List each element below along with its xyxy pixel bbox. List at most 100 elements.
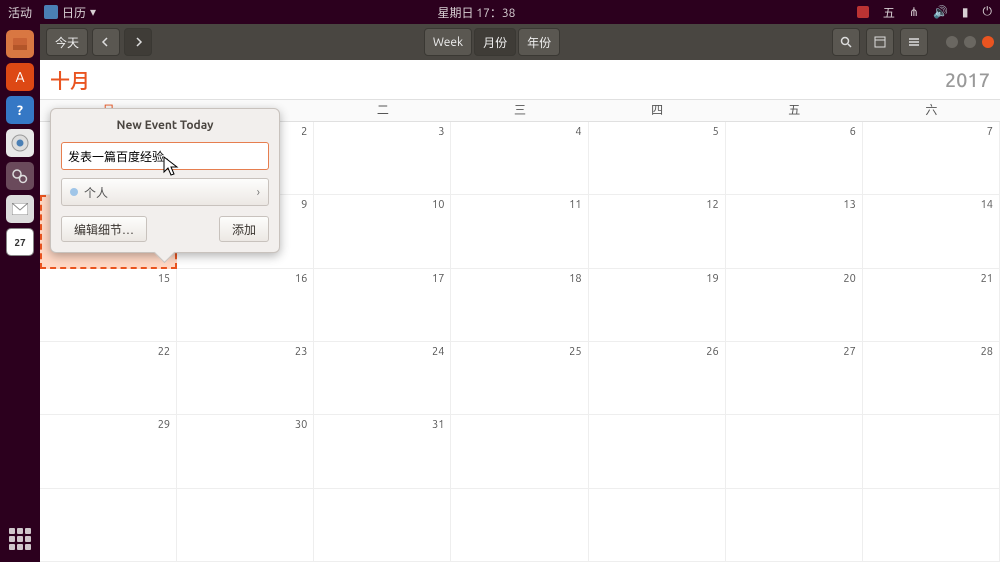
day-cell[interactable]: 13: [726, 195, 863, 268]
day-cell[interactable]: [314, 489, 451, 562]
day-cell[interactable]: 17: [314, 269, 451, 342]
add-button[interactable]: 添加: [219, 216, 269, 242]
app-menu[interactable]: 日历 ▾: [44, 4, 96, 21]
dow-cell: 四: [589, 100, 726, 122]
network-icon[interactable]: ⋔: [909, 5, 919, 19]
menu-button[interactable]: [900, 28, 928, 56]
day-cell[interactable]: [863, 489, 1000, 562]
day-number: 17: [432, 273, 444, 285]
calendar-launcher[interactable]: 27: [6, 228, 34, 256]
calendar-color-dot: [70, 188, 78, 196]
hamburger-icon: [908, 37, 920, 47]
today-button[interactable]: 今天: [46, 28, 88, 56]
day-number: 5: [712, 126, 718, 138]
day-cell[interactable]: 19: [589, 269, 726, 342]
day-cell[interactable]: 25: [451, 342, 588, 415]
day-number: 9: [301, 199, 307, 211]
dow-cell: 六: [863, 100, 1000, 122]
activities-button[interactable]: 活动: [8, 4, 32, 21]
chrome-icon: [11, 134, 29, 152]
input-method-indicator[interactable]: 五: [883, 4, 895, 21]
day-cell[interactable]: 5: [589, 122, 726, 195]
view-week-button[interactable]: Week: [424, 28, 472, 56]
day-cell[interactable]: 6: [726, 122, 863, 195]
day-cell[interactable]: [589, 489, 726, 562]
day-number: 30: [295, 419, 307, 431]
day-cell[interactable]: [726, 489, 863, 562]
notification-indicator-icon[interactable]: [857, 6, 869, 18]
day-cell[interactable]: 28: [863, 342, 1000, 415]
day-cell[interactable]: 22: [40, 342, 177, 415]
day-number: 3: [438, 126, 444, 138]
day-number: 21: [981, 273, 993, 285]
day-cell[interactable]: 15: [40, 269, 177, 342]
battery-icon[interactable]: ▮: [962, 5, 969, 19]
window-close[interactable]: [982, 36, 994, 48]
clock[interactable]: 星期日 17：38: [96, 4, 857, 21]
day-cell[interactable]: 29: [40, 415, 177, 488]
day-cell[interactable]: [177, 489, 314, 562]
view-year-button[interactable]: 年份: [518, 28, 560, 56]
day-number: 14: [981, 199, 993, 211]
day-number: 25: [569, 346, 581, 358]
day-cell[interactable]: 11: [451, 195, 588, 268]
day-cell[interactable]: [40, 489, 177, 562]
day-cell[interactable]: 27: [726, 342, 863, 415]
calendars-button[interactable]: [866, 28, 894, 56]
day-number: 31: [432, 419, 444, 431]
view-month-button[interactable]: 月份: [474, 28, 516, 56]
mail-launcher[interactable]: [6, 195, 34, 223]
new-event-popover: New Event Today 个人 › 编辑细节… 添加: [50, 108, 280, 253]
day-cell[interactable]: 20: [726, 269, 863, 342]
day-cell[interactable]: 21: [863, 269, 1000, 342]
next-button[interactable]: [124, 28, 152, 56]
day-cell[interactable]: 30: [177, 415, 314, 488]
settings-launcher[interactable]: [6, 162, 34, 190]
day-cell[interactable]: 14: [863, 195, 1000, 268]
power-icon[interactable]: ⏻: [983, 5, 993, 19]
calendar-select[interactable]: 个人 ›: [61, 178, 269, 206]
day-number: 15: [158, 273, 170, 285]
day-cell[interactable]: 12: [589, 195, 726, 268]
show-apps-button[interactable]: [9, 528, 31, 550]
day-cell[interactable]: 4: [451, 122, 588, 195]
day-cell[interactable]: 3: [314, 122, 451, 195]
day-cell[interactable]: 24: [314, 342, 451, 415]
day-cell[interactable]: 18: [451, 269, 588, 342]
day-cell[interactable]: 7: [863, 122, 1000, 195]
day-cell[interactable]: 16: [177, 269, 314, 342]
day-number: 13: [843, 199, 855, 211]
window-minimize[interactable]: [946, 36, 958, 48]
calendar-app-icon: [44, 5, 58, 19]
window-maximize[interactable]: [964, 36, 976, 48]
day-cell[interactable]: 26: [589, 342, 726, 415]
event-title-input[interactable]: [61, 142, 269, 170]
day-cell[interactable]: [451, 415, 588, 488]
day-number: 26: [706, 346, 718, 358]
month-header: 十月 2017: [40, 60, 1000, 100]
edit-details-button[interactable]: 编辑细节…: [61, 216, 147, 242]
day-cell[interactable]: [589, 415, 726, 488]
launcher-dock: A ? 27: [0, 24, 40, 562]
day-cell[interactable]: [726, 415, 863, 488]
envelope-icon: [12, 203, 28, 215]
software-launcher[interactable]: A: [6, 63, 34, 91]
day-cell[interactable]: 10: [314, 195, 451, 268]
day-cell[interactable]: 31: [314, 415, 451, 488]
day-number: 20: [843, 273, 855, 285]
day-cell[interactable]: 23: [177, 342, 314, 415]
search-button[interactable]: [832, 28, 860, 56]
day-number: 18: [569, 273, 581, 285]
files-launcher[interactable]: [6, 30, 34, 58]
chrome-launcher[interactable]: [6, 129, 34, 157]
prev-button[interactable]: [92, 28, 120, 56]
chevron-right-icon: [133, 37, 143, 47]
drawer-icon: [12, 37, 28, 51]
day-cell[interactable]: [451, 489, 588, 562]
gears-icon: [11, 167, 29, 185]
day-number: 22: [158, 346, 170, 358]
day-cell[interactable]: [863, 415, 1000, 488]
help-launcher[interactable]: ?: [6, 96, 34, 124]
volume-icon[interactable]: 🔊: [933, 5, 948, 19]
day-number: 6: [850, 126, 856, 138]
